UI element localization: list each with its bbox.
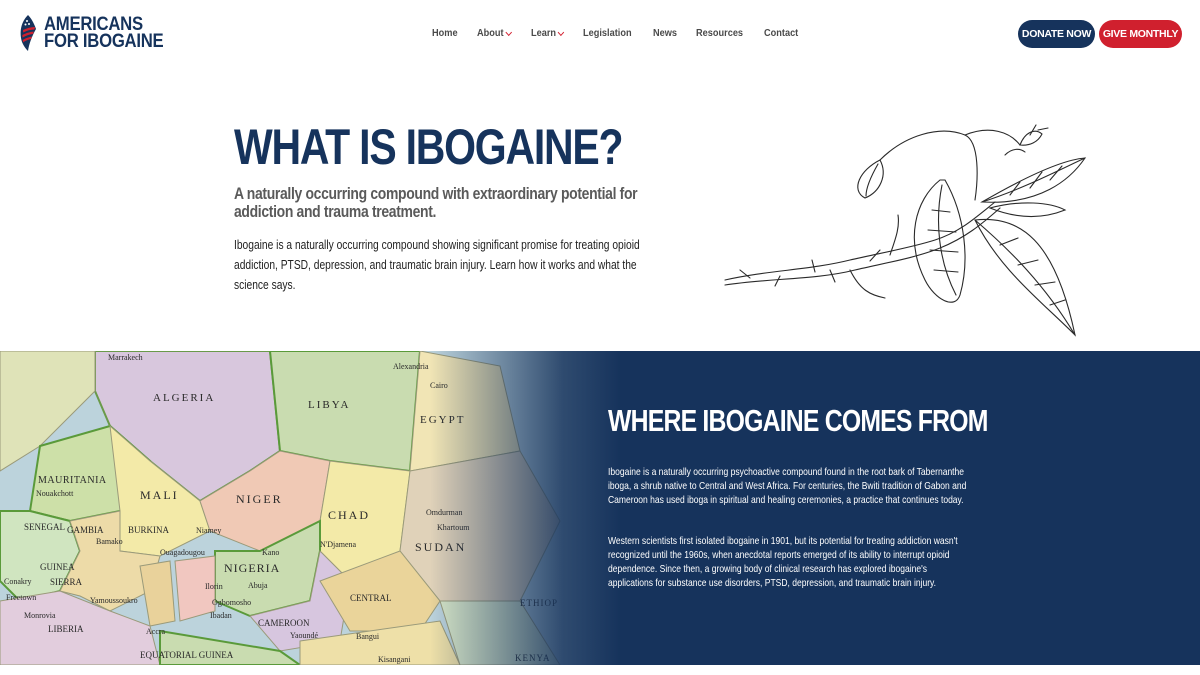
nav-news[interactable]: News [653,28,677,39]
map-city-yaounde: Yaoundé [290,631,319,640]
nav-about-label: About [476,28,504,39]
map-city-ilorin: Ilorin [205,582,223,591]
chevron-down-icon [505,28,512,36]
nav-contact-label: Contact [763,28,799,39]
map-city-kano: Kano [262,548,279,557]
map-label-sierra-leone: SIERRA [50,577,83,587]
nav-learn[interactable]: Learn [530,28,565,39]
site-header: AMERICANS FOR IBOGAINE Home About Learn … [0,0,1200,70]
nav-resources-label: Resources [695,28,743,39]
map-label-mali: MALI [140,488,179,502]
map-city-marrakech: Marrakech [108,353,143,362]
map-label-gambia: GAMBIA [67,525,104,535]
map-city-bangui: Bangui [356,632,380,641]
map-city-abuja: Abuja [248,581,268,590]
map-city-alexandria: Alexandria [393,362,429,371]
origin-paragraph-1: Ibogaine is a naturally occurring psycho… [608,467,967,506]
origin-title: WHERE IBOGAINE COMES FROM [608,403,988,438]
map-label-burkina-faso: BURKINA [128,525,170,535]
map-city-kisangani: Kisangani [378,655,411,664]
flag-leaf-icon [20,15,36,51]
map-label-mauritania: MAURITANIA [38,475,107,486]
map-city-monrovia: Monrovia [24,611,56,620]
nav-about[interactable]: About [476,28,512,39]
map-city-nouakchott: Nouakchott [36,489,74,498]
logo-line-2: FOR IBOGAINE [44,31,164,52]
map-city-ibadan: Ibadan [210,611,232,620]
nav-legislation[interactable]: Legislation [583,28,632,39]
map-label-chad: CHAD [328,508,370,522]
map-label-senegal: SENEGAL [24,522,65,532]
map-city-niamey: Niamey [196,526,221,535]
iboga-plant-illustration [724,124,1087,337]
map-city-ndjamena: N'Djamena [320,540,357,549]
map-label-guinea: GUINEA [40,562,75,572]
map-city-accra: Accra [146,627,166,636]
map-label-car: CENTRAL [350,593,392,603]
hero-subtitle: A naturally occurring compound with extr… [234,184,638,221]
nav-resources[interactable]: Resources [696,28,743,39]
map-city-bamako: Bamako [96,537,123,546]
map-label-liberia: LIBERIA [48,624,84,634]
map-label-nigeria: NIGERIA [224,561,280,575]
map-city-yamoussoukro: Yamoussoukro [90,596,138,605]
nav-legislation-label: Legislation [582,28,632,39]
nav-home-label: Home [432,28,458,39]
site-logo[interactable]: AMERICANS FOR IBOGAINE [18,14,180,52]
nav-home[interactable]: Home [432,28,458,39]
nav-contact[interactable]: Contact [764,28,798,39]
origin-paragraph-2: Western scientists first isolated ibogai… [608,536,958,589]
map-gradient-overlay [430,351,620,665]
main-nav: Home About Learn Legislation News Resour… [432,28,818,39]
nav-learn-label: Learn [530,28,556,39]
origin-section: ALGERIA LIBYA EGYPT MAURITANIA MALI NIGE… [0,351,1200,665]
map-label-algeria: ALGERIA [153,392,215,404]
map-city-freetown: Freetown [6,593,36,602]
logo-wordmark: AMERICANS FOR IBOGAINE [44,15,180,52]
map-label-cameroon: CAMEROON [258,618,310,628]
page-title: WHAT IS IBOGAINE? [234,119,624,175]
map-city-ouagadougou: Ouagadougou [160,548,205,557]
give-monthly-button[interactable]: GIVE MONTHLY [1099,20,1182,48]
map-city-ogbomosho: Ogbomosho [212,598,251,607]
map-city-conakry: Conakry [4,577,32,586]
map-label-eq-guinea: EQUATORIAL GUINEA [140,650,234,660]
chevron-down-icon [557,28,565,36]
map-label-niger: NIGER [236,492,283,506]
hero-body: Ibogaine is a naturally occurring compou… [234,238,640,292]
nav-news-label: News [652,28,677,39]
map-label-libya: LIBYA [308,399,350,411]
donate-now-button[interactable]: DONATE NOW [1018,20,1095,48]
